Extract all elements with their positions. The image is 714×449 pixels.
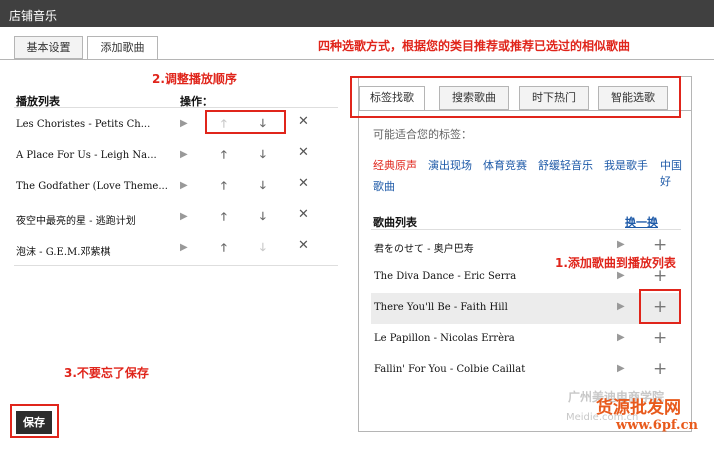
song-list-header: 歌曲列表	[373, 216, 417, 229]
move-up-icon[interactable]: 🡑	[221, 211, 227, 222]
play-icon[interactable]: ▶	[180, 181, 188, 191]
watermark-url: www.6pf.cn	[616, 418, 698, 433]
reorder-highlight-box	[205, 110, 286, 134]
song-title: Le Papillon - Nicolas Errèra	[374, 333, 515, 344]
annotation-add: 1.添加歌曲到播放列表	[555, 256, 676, 270]
add-icon[interactable]: +	[653, 268, 667, 285]
playlist-song-title: 泡沫 - G.E.M.邓紫棋	[16, 247, 111, 258]
play-icon[interactable]: ▶	[180, 119, 188, 129]
play-icon[interactable]: ▶	[617, 302, 625, 312]
tag-link[interactable]: 舒缓轻音乐	[538, 157, 593, 173]
refresh-link[interactable]: 换一换	[625, 214, 658, 230]
move-up-icon[interactable]: 🡑	[221, 242, 227, 253]
tags-hint: 可能适合您的标签：	[373, 128, 472, 141]
search-tabs-highlight-box	[350, 76, 681, 118]
playlist-row: A Place For Us - Leigh Na... ▶ 🡑 🡓 ✕	[14, 141, 338, 172]
move-down-icon[interactable]: 🡓	[260, 242, 266, 253]
song-title: There You'll Be - Faith Hill	[374, 302, 508, 313]
tag-link[interactable]: 我是歌手	[604, 157, 648, 173]
song-title: 君をのせて - 奥户巴寿	[374, 244, 474, 255]
delete-icon[interactable]: ✕	[298, 146, 309, 159]
playlist-row: 泡沫 - G.E.M.邓紫棋 ▶ 🡑 🡓 ✕	[14, 234, 338, 265]
song-row: Le Papillon - Nicolas Errèra ▶ +	[371, 324, 681, 355]
play-icon[interactable]: ▶	[617, 240, 625, 250]
delete-icon[interactable]: ✕	[298, 208, 309, 221]
window-titlebar: 店铺音乐	[0, 0, 714, 27]
delete-icon[interactable]: ✕	[298, 115, 309, 128]
tag-link[interactable]: 歌曲	[373, 178, 395, 194]
add-icon[interactable]: +	[653, 330, 667, 347]
song-title: The Diva Dance - Eric Serra	[374, 271, 517, 282]
tag-link[interactable]: 体育竞赛	[483, 157, 527, 173]
tag-link[interactable]: 演出现场	[428, 157, 472, 173]
tab-add-songs[interactable]: 添加歌曲	[87, 36, 158, 60]
add-highlight-box	[639, 289, 681, 324]
playlist-song-title: A Place For Us - Leigh Na...	[16, 150, 157, 161]
add-icon[interactable]: +	[653, 361, 667, 378]
playlist-row: The Godfather (Love Theme... ▶ 🡑 🡓 ✕	[14, 172, 338, 203]
play-icon[interactable]: ▶	[617, 271, 625, 281]
window-title: 店铺音乐	[9, 9, 58, 23]
tab-divider	[0, 59, 714, 60]
tab-basic-settings[interactable]: 基本设置	[14, 36, 83, 59]
song-list-divider	[371, 229, 681, 230]
annotation-save: 3.不要忘了保存	[64, 366, 149, 380]
play-icon[interactable]: ▶	[180, 150, 188, 160]
annotation-methods: 四种选歌方式，根据您的类目推荐或推荐已选过的相似歌曲	[318, 39, 631, 53]
song-row: There You'll Be - Faith Hill ▶ +	[371, 293, 681, 324]
play-icon[interactable]: ▶	[180, 212, 188, 222]
move-down-icon[interactable]: 🡓	[260, 149, 266, 160]
play-icon[interactable]: ▶	[617, 364, 625, 374]
playlist-bottom-divider	[14, 265, 338, 266]
delete-icon[interactable]: ✕	[298, 239, 309, 252]
add-icon[interactable]: +	[653, 237, 667, 254]
watermark-brand: 货源批发网	[596, 398, 681, 418]
song-title: Fallin' For You - Colbie Caillat	[374, 364, 526, 375]
delete-icon[interactable]: ✕	[298, 177, 309, 190]
playlist-song-title: The Godfather (Love Theme...	[16, 181, 168, 192]
move-down-icon[interactable]: 🡓	[260, 211, 266, 222]
play-icon[interactable]: ▶	[617, 333, 625, 343]
save-button[interactable]: 保存	[16, 411, 52, 434]
tag-link[interactable]: 中国好	[660, 157, 691, 189]
move-up-icon[interactable]: 🡑	[221, 149, 227, 160]
move-down-icon[interactable]: 🡓	[260, 180, 266, 191]
tag-link[interactable]: 经典原声	[373, 157, 417, 173]
play-icon[interactable]: ▶	[180, 243, 188, 253]
playlist-song-title: Les Choristes - Petits Ch...	[16, 119, 151, 130]
annotation-reorder: 2.调整播放顺序	[152, 72, 237, 86]
song-row: Fallin' For You - Colbie Caillat ▶ +	[371, 355, 681, 386]
playlist-song-title: 夜空中最亮的星 - 逃跑计划	[16, 216, 136, 227]
move-up-icon[interactable]: 🡑	[221, 180, 227, 191]
playlist-row: Les Choristes - Petits Ch... ▶ 🡑 🡓 ✕	[14, 110, 338, 141]
playlist-header-divider	[14, 107, 338, 108]
playlist-row: 夜空中最亮的星 - 逃跑计划 ▶ 🡑 🡓 ✕	[14, 203, 338, 234]
